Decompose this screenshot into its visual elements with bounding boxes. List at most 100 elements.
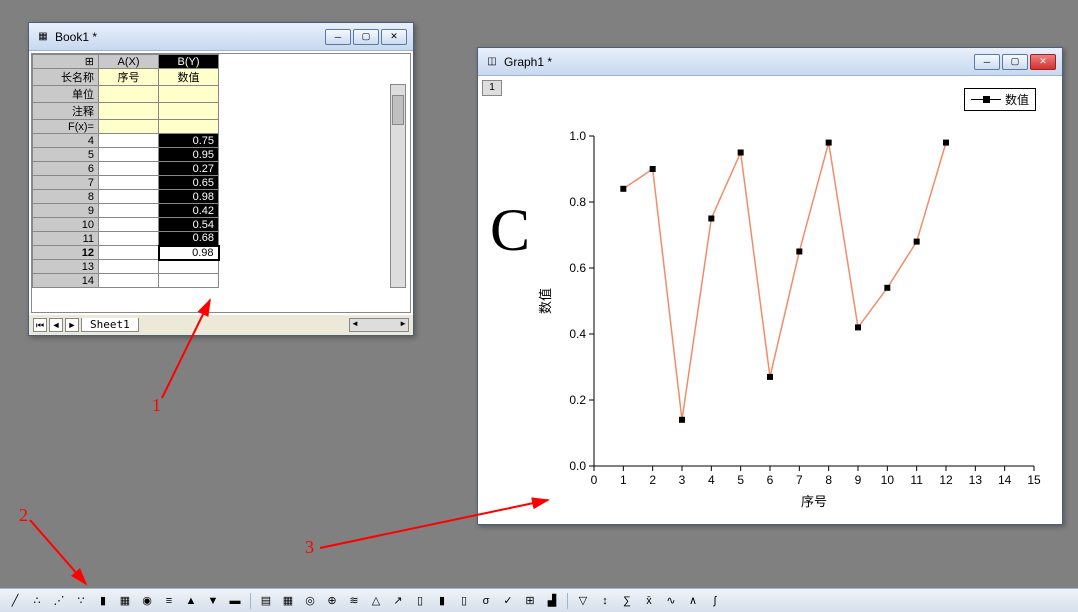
corner-cell[interactable]: ⊞ [33,55,99,69]
cell-a[interactable] [99,190,159,204]
cell-b[interactable]: 0.95 [159,148,219,162]
toolbar-peak-icon[interactable]: ∧ [684,592,702,610]
cell-a[interactable] [99,204,159,218]
cell-b[interactable]: 0.75 [159,134,219,148]
cell-b[interactable]: 0.98 [159,246,219,260]
svg-text:0.0: 0.0 [569,459,586,473]
graph-close-button[interactable]: ✕ [1030,54,1056,70]
row-header[interactable]: 4 [33,134,99,148]
toolbar-separator [567,593,568,609]
toolbar-polar-icon[interactable]: ⊕ [323,592,341,610]
longname-b[interactable]: 数值 [159,69,219,86]
toolbar-box-icon[interactable]: ▯ [411,592,429,610]
toolbar-sort-icon[interactable]: ↕ [596,592,614,610]
toolbar-hist2-icon[interactable]: ▯ [455,592,473,610]
graph-maximize-button[interactable]: ▢ [1002,54,1028,70]
toolbar-pivot-icon[interactable]: ⊞ [521,592,539,610]
toolbar-pie-icon[interactable]: ◉ [138,592,156,610]
close-button[interactable]: ✕ [381,29,407,45]
cell-a[interactable] [99,148,159,162]
cell-b[interactable]: 0.42 [159,204,219,218]
svg-text:12: 12 [939,473,953,487]
horizontal-scrollbar[interactable] [349,318,409,332]
toolbar-stack-icon[interactable]: ≡ [160,592,178,610]
toolbar-matrix-icon[interactable]: ▤ [257,592,275,610]
row-header[interactable]: 12 [33,246,99,260]
col-header-a[interactable]: A(X) [99,55,159,69]
toolbar-calc-icon[interactable]: ∑ [618,592,636,610]
row-header[interactable]: 10 [33,218,99,232]
toolbar-line-scatter-icon[interactable]: ⋰ [50,592,68,610]
sheet-tab[interactable]: Sheet1 [81,318,139,332]
row-comments: 注释 [33,103,99,120]
toolbar-ternary-icon[interactable]: △ [367,592,385,610]
worksheet-title: Book1 * [55,30,325,44]
cell-b[interactable]: 0.98 [159,190,219,204]
longname-a[interactable]: 序号 [99,69,159,86]
row-header[interactable]: 13 [33,260,99,274]
toolbar-area-icon[interactable]: ▲ [182,592,200,610]
legend-symbol [971,95,1001,105]
toolbar-line-icon[interactable]: ╱ [6,592,24,610]
graph-window: ◫ Graph1 * ─ ▢ ✕ 1 数值 C 0.00.20.40.60.81… [477,47,1063,525]
toolbar-filter-icon[interactable]: ▽ [574,592,592,610]
toolbar-separator [250,593,251,609]
chart-plot[interactable]: 0.00.20.40.60.81.00123456789101112131415… [524,106,1054,526]
cell-a[interactable] [99,260,159,274]
row-header[interactable]: 11 [33,232,99,246]
sheet-nav-next[interactable]: ► [65,318,79,332]
cell-b[interactable] [159,260,219,274]
svg-text:7: 7 [796,473,803,487]
toolbar-heatmap-icon[interactable]: ▦ [279,592,297,610]
cell-b[interactable]: 0.54 [159,218,219,232]
worksheet-titlebar[interactable]: ▦ Book1 * ─ ▢ ✕ [29,23,413,51]
cell-b[interactable]: 0.65 [159,176,219,190]
graph-titlebar[interactable]: ◫ Graph1 * ─ ▢ ✕ [478,48,1062,76]
toolbar-integ-icon[interactable]: ∫ [706,592,724,610]
toolbar-scatter-icon[interactable]: ∴ [28,592,46,610]
row-header[interactable]: 7 [33,176,99,190]
layer-button[interactable]: 1 [482,80,502,96]
toolbar-area2-icon[interactable]: ▼ [204,592,222,610]
toolbar-column-icon[interactable]: ▮ [94,592,112,610]
cell-a[interactable] [99,218,159,232]
cell-a[interactable] [99,162,159,176]
cell-b[interactable]: 0.27 [159,162,219,176]
toolbar-contour-icon[interactable]: ◎ [301,592,319,610]
cell-a[interactable] [99,134,159,148]
sheet-nav-prev[interactable]: ◄ [49,318,63,332]
row-header[interactable]: 6 [33,162,99,176]
cell-a[interactable] [99,232,159,246]
toolbar-waterfall-icon[interactable]: ≋ [345,592,363,610]
row-header[interactable]: 14 [33,274,99,288]
toolbar-stats-icon[interactable]: x̄ [640,592,658,610]
toolbar-vector-icon[interactable]: ↗ [389,592,407,610]
vertical-scrollbar[interactable] [390,84,406,288]
toolbar-scatter-dash-icon[interactable]: ∵ [72,592,90,610]
row-header[interactable]: 5 [33,148,99,162]
cell-b[interactable] [159,274,219,288]
graph-icon: ◫ [484,54,500,70]
cell-a[interactable] [99,176,159,190]
graph-minimize-button[interactable]: ─ [974,54,1000,70]
toolbar-prob-icon[interactable]: σ [477,592,495,610]
maximize-button[interactable]: ▢ [353,29,379,45]
toolbar-qc-icon[interactable]: ✓ [499,592,517,610]
toolbar-surface-icon[interactable]: ▦ [116,592,134,610]
minimize-button[interactable]: ─ [325,29,351,45]
sheet-nav-first[interactable]: ⏮ [33,318,47,332]
worksheet-grid[interactable]: ⊞ A(X) B(Y) 长名称 序号 数值 单位 注释 F(x)= 40.755… [32,54,220,288]
svg-text:6: 6 [767,473,774,487]
cell-b[interactable]: 0.68 [159,232,219,246]
cell-a[interactable] [99,274,159,288]
toolbar-bar3d-icon[interactable]: ▬ [226,592,244,610]
toolbar-pareto-icon[interactable]: ▟ [543,592,561,610]
col-header-b[interactable]: B(Y) [159,55,219,69]
svg-text:10: 10 [881,473,895,487]
worksheet-window: ▦ Book1 * ─ ▢ ✕ ⊞ A(X) B(Y) 长名称 序号 数值 单位 [28,22,414,336]
row-header[interactable]: 8 [33,190,99,204]
toolbar-fit-icon[interactable]: ∿ [662,592,680,610]
row-header[interactable]: 9 [33,204,99,218]
cell-a[interactable] [99,246,159,260]
toolbar-hist-icon[interactable]: ▮ [433,592,451,610]
